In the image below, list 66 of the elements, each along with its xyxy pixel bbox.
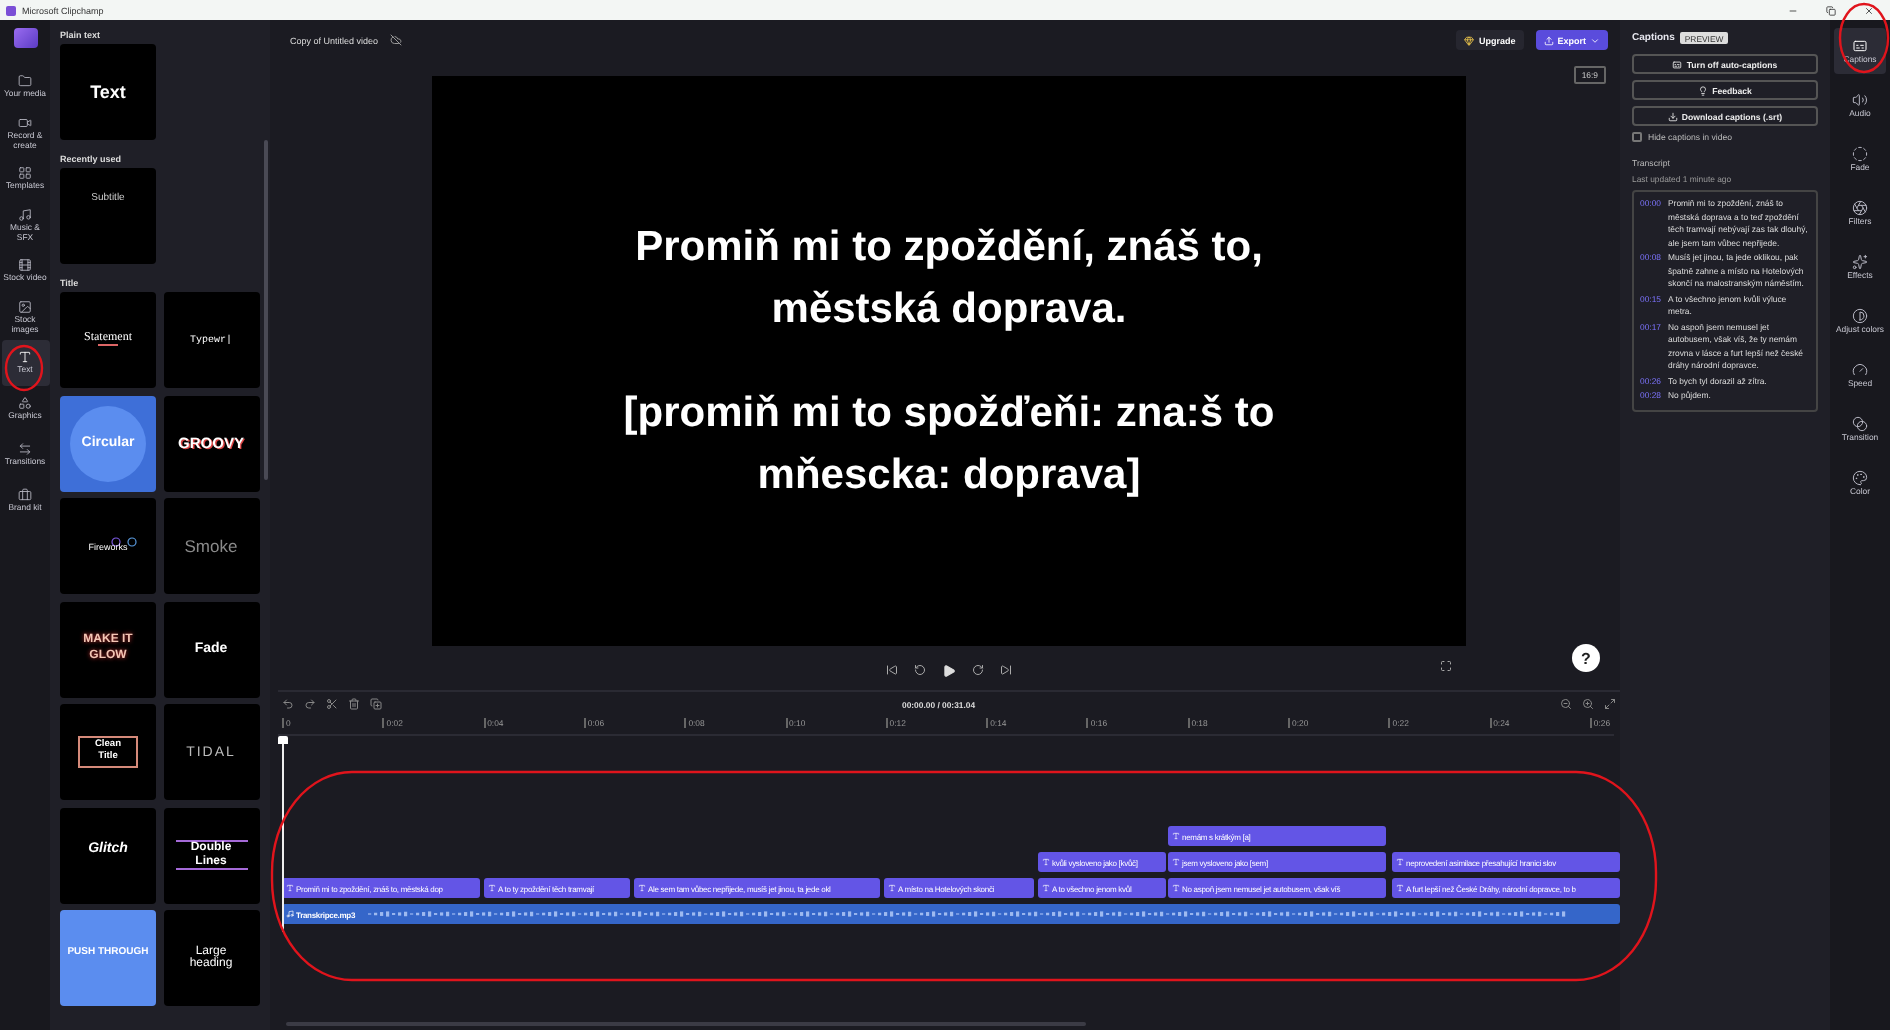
rewind-icon[interactable] (914, 664, 926, 676)
zoom-out-icon[interactable] (1560, 698, 1572, 710)
app-logo-icon (13, 28, 37, 48)
lightbulb-icon (1698, 85, 1709, 95)
contrast-icon (1852, 307, 1868, 324)
forward-icon[interactable] (972, 664, 984, 676)
annotation-circle (1838, 2, 1890, 74)
text-icon (1395, 884, 1403, 892)
scissors-icon[interactable] (326, 698, 338, 710)
text-style-card[interactable]: Text (60, 44, 156, 140)
gem-icon (1464, 35, 1475, 45)
download-icon (1667, 111, 1678, 121)
card-title: Text (90, 82, 126, 102)
app-logo-icon (6, 5, 16, 15)
music-note-icon (285, 910, 293, 918)
scrollbar[interactable] (264, 140, 268, 480)
duplicate-icon[interactable] (370, 698, 382, 710)
image-icon (18, 299, 32, 314)
cloud-off-icon (390, 34, 403, 46)
shapes-icon (18, 396, 32, 411)
blend-icon (1852, 415, 1868, 432)
music-note-icon (18, 207, 32, 222)
scrollbar[interactable] (286, 1022, 1086, 1026)
palette-icon (1852, 469, 1868, 486)
text-icon (285, 884, 293, 892)
caption-text: Promiň mi to zpoždění, znáš to, městská doprava. (633, 221, 1265, 336)
text-icon (1041, 884, 1049, 892)
text-icon (487, 884, 495, 892)
text-icon (1041, 858, 1049, 866)
circle-drawing (70, 405, 146, 481)
text-icon (1395, 858, 1403, 866)
text-icon (637, 884, 645, 892)
grid-icon (18, 166, 32, 181)
arrows-icon (18, 442, 32, 457)
text-icon (1171, 884, 1179, 892)
video-camera-icon (18, 115, 32, 130)
film-icon (18, 258, 32, 273)
skip-back-icon[interactable] (886, 664, 898, 676)
speaker-icon (1852, 91, 1868, 108)
text-style-card[interactable]: Smoke (163, 498, 259, 594)
undo-icon[interactable] (282, 698, 294, 710)
skip-forward-icon[interactable] (1000, 664, 1012, 676)
help-button[interactable]: ? (1572, 644, 1600, 672)
redo-icon[interactable] (304, 698, 316, 710)
card-title: Smoke (184, 536, 238, 556)
underline-drawing (98, 344, 118, 348)
play-icon[interactable] (942, 663, 956, 677)
text-icon (887, 884, 895, 892)
folder-icon (18, 74, 32, 89)
upload-icon (1543, 35, 1554, 45)
trash-icon[interactable] (348, 698, 360, 710)
zoom-in-icon[interactable] (1582, 698, 1594, 710)
text-icon (1171, 832, 1179, 840)
text-icon (1171, 858, 1179, 866)
captions-icon (1852, 37, 1868, 54)
chevron-down-icon (1590, 35, 1600, 45)
checkbox[interactable] (1632, 132, 1642, 142)
sparkles-icon (1852, 253, 1868, 270)
briefcase-icon (18, 488, 32, 503)
captions-icon (1672, 59, 1683, 69)
annotation-circle (4, 344, 44, 392)
gauge-icon (1852, 361, 1868, 378)
text-icon (18, 350, 32, 365)
playhead[interactable] (278, 736, 288, 932)
caption-text: [promiň mi to spožďeňi: zna:š to mňescka: doprava] (621, 387, 1277, 502)
aperture-icon (1852, 199, 1868, 216)
